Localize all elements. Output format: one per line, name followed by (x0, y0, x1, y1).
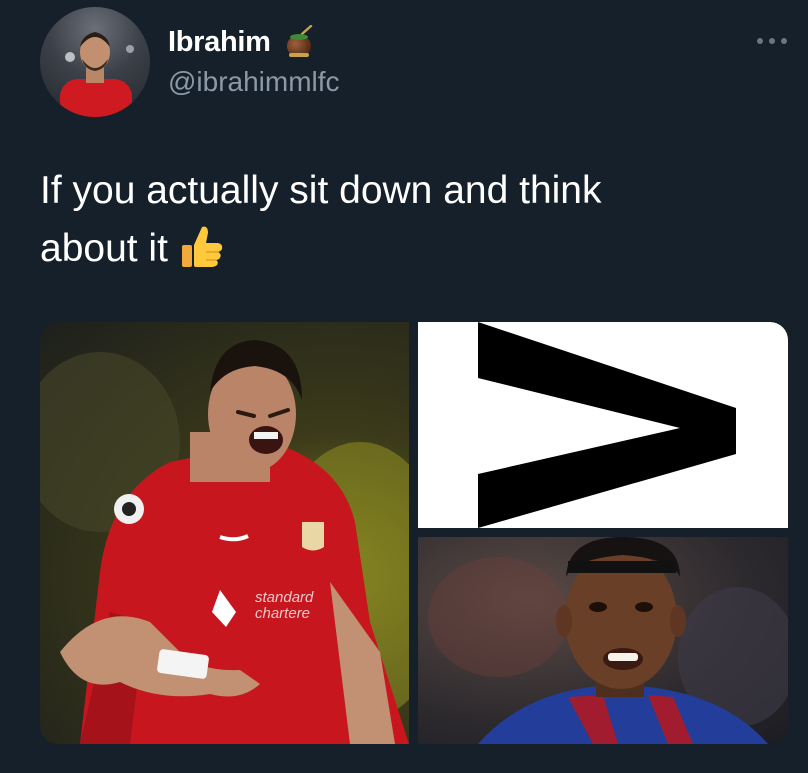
more-options-button[interactable] (752, 26, 792, 56)
photo-footballer-red-kit-icon: standard chartere (40, 340, 409, 744)
tweet-media-grid: standard chartere (40, 322, 788, 744)
author-handle[interactable]: @ibrahimmlfc (168, 66, 340, 98)
author-avatar[interactable] (40, 7, 150, 117)
author-display-name[interactable]: Ibrahim (168, 26, 271, 59)
media-photo-2[interactable] (418, 322, 788, 528)
tweet: Ibrahim @ibrahimmlfc If you actually sit… (0, 0, 808, 773)
thumbs-up-emoji-icon (181, 226, 223, 267)
tweet-body-text: If you actually sit down and think about… (40, 169, 602, 270)
media-photo-1[interactable]: standard chartere (40, 322, 409, 744)
svg-text:chartere: chartere (255, 605, 310, 622)
author-name-row: Ibrahim (168, 20, 315, 64)
tweet-text: If you actually sit down and think about… (40, 162, 780, 278)
more-options-icon (757, 38, 787, 44)
photo-footballer-smiling-icon (428, 537, 788, 744)
mate-cup-emoji-icon (286, 25, 312, 57)
avatar-photo-icon (60, 32, 134, 117)
svg-text:standard: standard (255, 589, 314, 606)
greater-than-symbol-image-icon (478, 322, 736, 528)
media-photo-3[interactable] (418, 537, 788, 744)
